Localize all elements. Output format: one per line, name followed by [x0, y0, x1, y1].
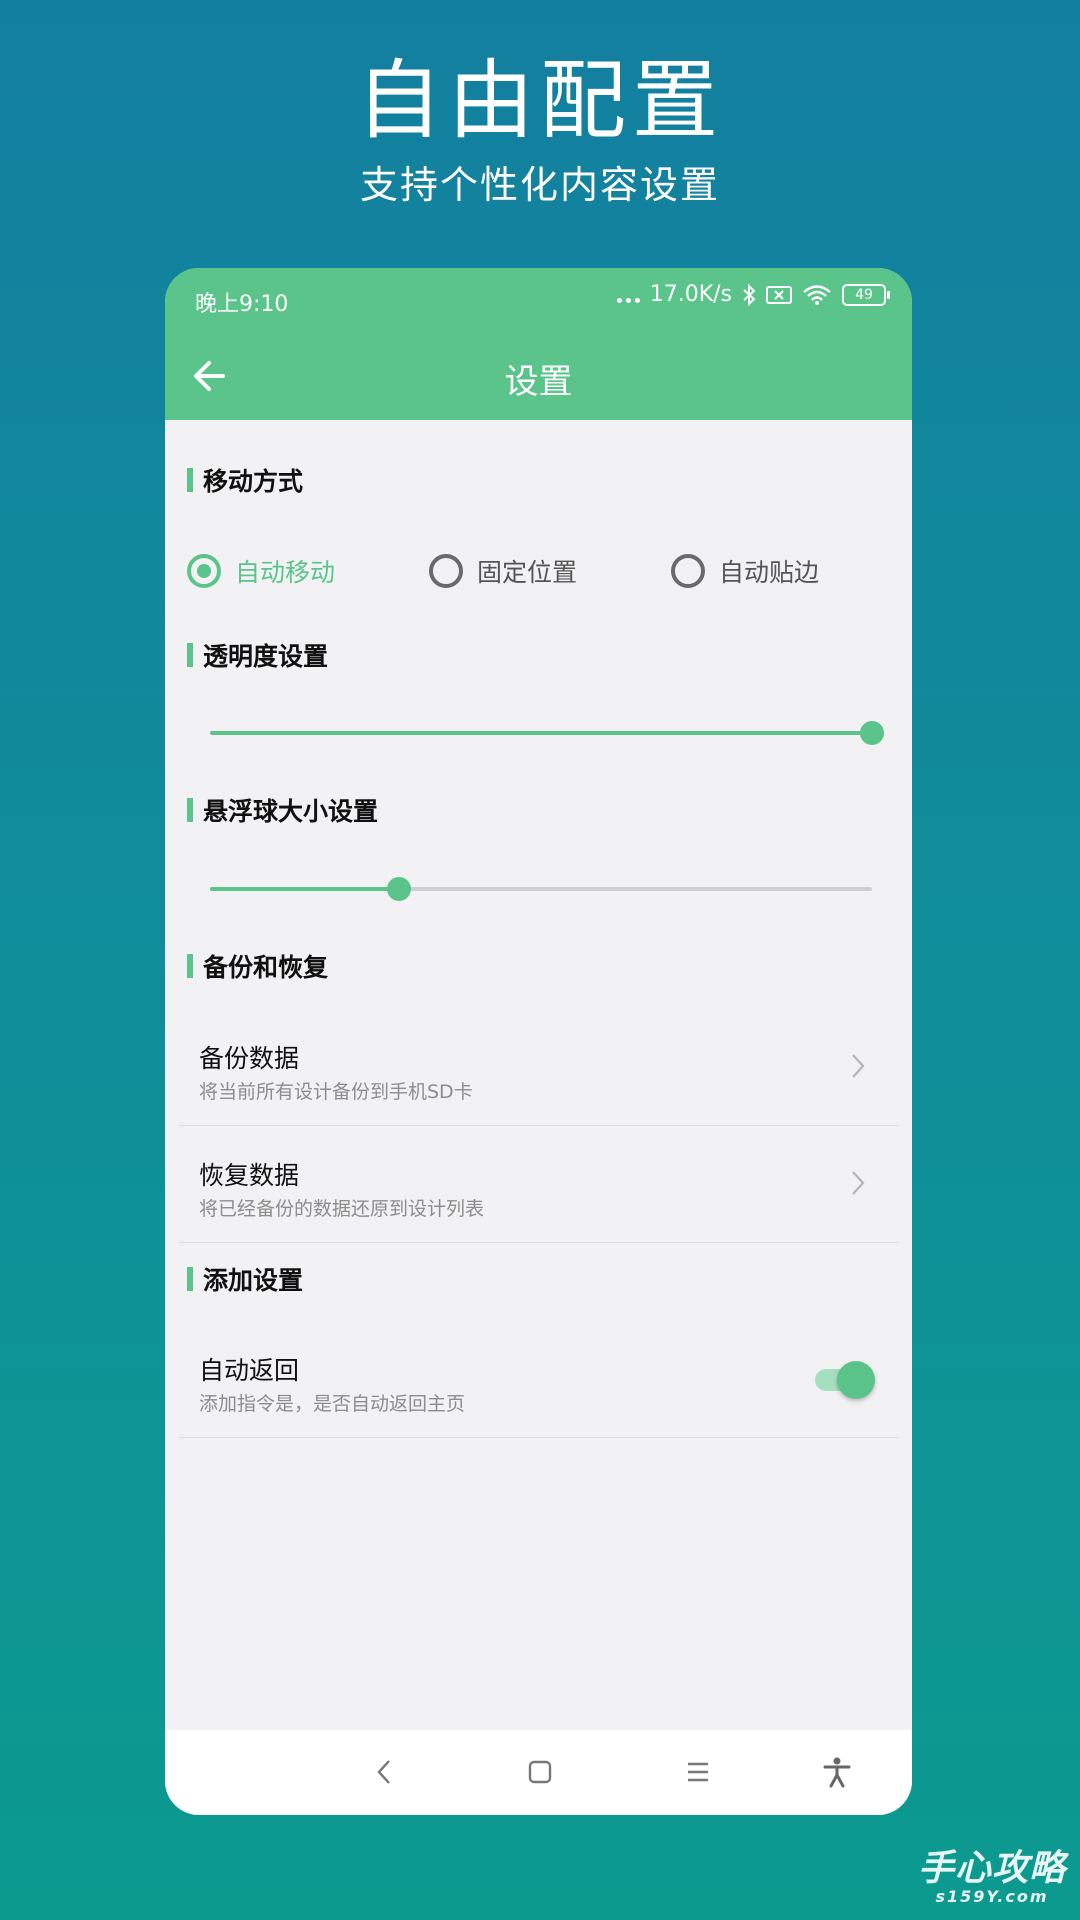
back-triangle-icon — [377, 1760, 390, 1784]
battery-icon: 49 — [842, 283, 890, 306]
restore-data-item[interactable]: 恢复数据 将已经备份的数据还原到设计列表 — [179, 1126, 899, 1243]
move-mode-radio-group: 自动移动 固定位置 自动贴边 — [187, 546, 887, 596]
more-dots-icon — [616, 283, 640, 307]
status-time: 晚上9:10 — [195, 292, 289, 317]
nav-back-button[interactable] — [362, 1750, 406, 1794]
backup-data-item[interactable]: 备份数据 将当前所有设计备份到手机SD卡 — [179, 1009, 899, 1126]
back-button[interactable] — [185, 350, 237, 402]
chevron-right-icon — [852, 1054, 865, 1078]
section-title: 添加设置 — [203, 1266, 304, 1295]
sim-error-icon — [766, 285, 792, 304]
radio-label: 固定位置 — [477, 558, 578, 587]
section-move-mode: 移动方式 — [187, 464, 303, 496]
item-description: 将已经备份的数据还原到设计列表 — [199, 1198, 485, 1220]
section-accent-bar — [187, 798, 193, 822]
watermark-logo: 手心攻略 s159Y.com — [917, 1847, 1066, 1906]
status-icons: 17.0K/s 49 — [616, 282, 890, 307]
item-title: 恢复数据 — [199, 1161, 300, 1190]
watermark-text: 手心攻略 — [917, 1847, 1066, 1889]
radio-fixed-position[interactable]: 固定位置 — [429, 546, 577, 596]
item-description: 添加指令是，是否自动返回主页 — [199, 1393, 466, 1415]
slider-thumb[interactable] — [386, 877, 411, 901]
section-opacity: 透明度设置 — [187, 639, 328, 671]
section-accent-bar — [187, 643, 193, 667]
slider-fill — [210, 731, 872, 735]
opacity-slider[interactable] — [210, 718, 884, 748]
watermark-url: s159Y.com — [935, 1886, 1049, 1906]
phone-screen: 晚上9:10 17.0K/s 49 设置 移动方式 自动移动 固定位置 自动贴边… — [165, 268, 912, 1815]
radio-auto-move[interactable]: 自动移动 — [187, 546, 335, 596]
section-title: 透明度设置 — [203, 642, 329, 671]
radio-unchecked-icon — [671, 554, 705, 588]
navigation-bar — [165, 1730, 912, 1815]
section-ball-size: 悬浮球大小设置 — [187, 794, 378, 826]
auto-return-item: 自动返回 添加指令是，是否自动返回主页 — [179, 1321, 899, 1438]
item-description: 将当前所有设计备份到手机SD卡 — [199, 1081, 473, 1103]
promo-title: 自由配置 — [356, 51, 724, 151]
chevron-right-icon — [852, 1171, 865, 1195]
section-title: 移动方式 — [203, 467, 304, 496]
page-title: 设置 — [504, 362, 573, 402]
slider-fill — [210, 887, 399, 891]
promo-subtitle: 支持个性化内容设置 — [359, 163, 720, 207]
radio-label: 自动贴边 — [719, 558, 820, 587]
radio-auto-snap-edge[interactable]: 自动贴边 — [671, 546, 819, 596]
section-add-settings: 添加设置 — [187, 1263, 303, 1295]
item-title: 备份数据 — [199, 1044, 300, 1073]
menu-lines-icon — [688, 1762, 708, 1782]
toggle-knob — [837, 1361, 875, 1399]
auto-return-toggle[interactable] — [811, 1357, 875, 1401]
network-speed: 17.0K/s — [649, 282, 732, 307]
app-bar: 设置 — [165, 330, 912, 420]
arrow-left-icon — [194, 361, 225, 391]
radio-unchecked-icon — [429, 554, 463, 588]
status-bar: 晚上9:10 17.0K/s 49 — [165, 268, 912, 330]
slider-thumb[interactable] — [860, 721, 884, 745]
section-accent-bar — [187, 1267, 193, 1291]
bluetooth-icon — [743, 283, 756, 306]
nav-accessibility-button[interactable] — [815, 1750, 859, 1794]
section-accent-bar — [187, 954, 193, 978]
section-backup: 备份和恢复 — [187, 950, 328, 982]
radio-checked-icon — [187, 554, 221, 588]
section-title: 备份和恢复 — [203, 953, 329, 982]
accessibility-icon — [823, 1757, 851, 1788]
nav-recents-button[interactable] — [676, 1750, 720, 1794]
home-square-icon — [528, 1760, 552, 1784]
radio-label: 自动移动 — [235, 558, 336, 587]
wifi-icon — [803, 284, 831, 305]
section-title: 悬浮球大小设置 — [203, 797, 379, 826]
section-accent-bar — [187, 468, 193, 492]
nav-home-button[interactable] — [518, 1750, 562, 1794]
item-title: 自动返回 — [199, 1356, 300, 1385]
ball-size-slider[interactable] — [210, 874, 872, 904]
